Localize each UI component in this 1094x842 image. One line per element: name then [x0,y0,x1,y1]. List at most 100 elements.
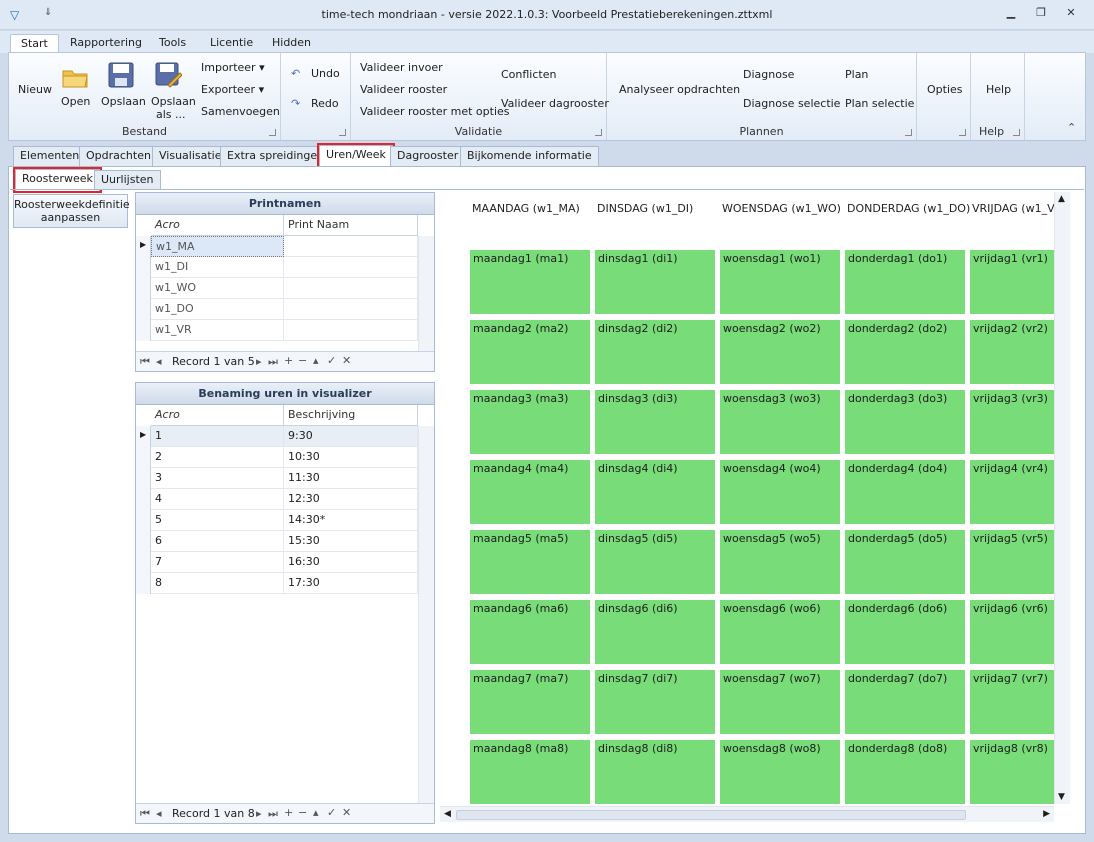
cell-acro[interactable]: w1_MA [151,236,284,257]
row-indicator[interactable] [136,320,151,341]
opslaan-als-line1[interactable]: Opslaan [151,95,196,108]
dialog-launcher-icon[interactable] [269,129,276,136]
table-row[interactable]: 5 14:30* [136,510,418,531]
row-indicator[interactable] [136,299,151,320]
first-record-icon[interactable]: ⏮ [140,807,150,821]
ribbon-tab-start[interactable]: Start [10,34,59,54]
time-slot[interactable]: donderdag6 (do6) [845,600,965,664]
roosterweekdefinitie-aanpassen-button[interactable]: Roosterweekdefinitie aanpassen [13,194,130,228]
dialog-launcher-icon[interactable] [1013,129,1020,136]
cancel-icon[interactable]: ✕ [342,354,351,367]
table-row[interactable]: 4 12:30 [136,489,418,510]
scroll-up-icon[interactable]: ▲ [1058,194,1065,204]
tab-bijkomende-informatie[interactable]: Bijkomende informatie [460,146,599,166]
time-slot[interactable]: dinsdag8 (di8) [595,740,715,804]
dialog-launcher-icon[interactable] [959,129,966,136]
time-slot[interactable]: maandag8 (ma8) [470,740,590,804]
tab-elementen[interactable]: Elementen [13,146,87,166]
restore-icon[interactable]: ❐ [1030,6,1052,24]
table-row[interactable]: 8 17:30 [136,573,418,594]
row-indicator[interactable] [136,447,151,468]
prev-record-icon[interactable]: ◂ [156,807,162,820]
vertical-scrollbar[interactable] [418,426,434,804]
cell-print-naam[interactable] [284,320,418,341]
time-slot[interactable]: donderdag3 (do3) [845,390,965,454]
help-button[interactable]: Help [986,83,1011,96]
time-slot[interactable]: donderdag7 (do7) [845,670,965,734]
delete-record-icon[interactable]: − [298,806,307,819]
scroll-left-icon[interactable]: ◀ [444,809,451,819]
plan-selectie-button[interactable]: Plan selectie [845,97,914,110]
visualizer-vertical-scrollbar[interactable]: ▲ ▼ [1054,192,1070,804]
confirm-icon[interactable]: ✓ [327,806,336,819]
time-slot[interactable]: woensdag1 (wo1) [720,250,840,314]
time-slot[interactable]: donderdag8 (do8) [845,740,965,804]
row-indicator[interactable] [136,468,151,489]
time-slot[interactable]: maandag3 (ma3) [470,390,590,454]
cell-beschrijving[interactable]: 15:30 [284,531,418,552]
confirm-icon[interactable]: ✓ [327,354,336,367]
time-slot[interactable]: maandag1 (ma1) [470,250,590,314]
cell-acro[interactable]: 5 [151,510,284,531]
scroll-down-icon[interactable]: ▼ [1058,792,1065,802]
table-row[interactable]: w1_DI [136,257,418,278]
scroll-thumb[interactable] [456,810,966,820]
row-indicator[interactable] [136,510,151,531]
valideer-rooster-button[interactable]: Valideer rooster [360,83,447,96]
row-indicator[interactable] [136,278,151,299]
row-indicator[interactable] [136,573,151,594]
undo-button[interactable]: Undo [311,67,340,80]
time-slot[interactable]: donderdag4 (do4) [845,460,965,524]
first-record-icon[interactable]: ⏮ [140,355,150,369]
opslaan-als-line2[interactable]: als ... [156,108,186,121]
save-as-icon[interactable] [154,61,182,89]
valideer-dagrooster-button[interactable]: Valideer dagrooster [501,97,609,110]
valideer-invoer-button[interactable]: Valideer invoer [360,61,443,74]
dialog-launcher-icon[interactable] [339,129,346,136]
table-row[interactable]: 2 10:30 [136,447,418,468]
nieuw-button[interactable]: Nieuw [18,83,52,96]
row-indicator[interactable]: ▶ [136,426,151,447]
cell-beschrijving[interactable]: 16:30 [284,552,418,573]
next-record-icon[interactable]: ▸ [256,355,262,368]
minimize-icon[interactable]: ▁ [1000,6,1022,24]
time-slot[interactable]: maandag4 (ma4) [470,460,590,524]
visualizer-horizontal-scrollbar[interactable]: ◀ ▶ [440,806,1054,822]
prev-record-icon[interactable]: ◂ [156,355,162,368]
opties-button[interactable]: Opties [927,83,963,96]
conflicten-button[interactable]: Conflicten [501,68,556,81]
add-record-icon[interactable]: + [284,806,293,819]
table-row[interactable]: ▶ 1 9:30 [136,426,418,447]
ribbon-tab-hidden[interactable]: Hidden [262,34,321,54]
collapse-ribbon-icon[interactable]: ⌃ [1067,121,1076,134]
cell-acro[interactable]: w1_WO [151,278,284,299]
time-slot[interactable]: dinsdag1 (di1) [595,250,715,314]
ribbon-tab-tools[interactable]: Tools [149,34,196,54]
cell-beschrijving[interactable]: 14:30* [284,510,418,531]
valideer-rooster-opties-button[interactable]: Valideer rooster met opties [360,105,510,118]
table-row[interactable]: 3 11:30 [136,468,418,489]
row-indicator[interactable] [136,257,151,278]
table-row[interactable]: 6 15:30 [136,531,418,552]
time-slot[interactable]: woensdag6 (wo6) [720,600,840,664]
time-slot[interactable]: donderdag1 (do1) [845,250,965,314]
tab-extra-spreidingen[interactable]: Extra spreidingen [220,146,332,166]
table-row[interactable]: ▶ w1_MA [136,236,418,257]
tab-visualisatie[interactable]: Visualisatie [152,146,229,166]
cell-acro[interactable]: 1 [151,426,284,447]
analyseer-opdrachten-button[interactable]: Analyseer opdrachten [619,83,740,96]
row-indicator[interactable]: ▶ [136,236,151,257]
cell-acro[interactable]: 6 [151,531,284,552]
ribbon-tab-licentie[interactable]: Licentie [200,34,263,54]
time-slot[interactable]: woensdag7 (wo7) [720,670,840,734]
row-indicator[interactable] [136,489,151,510]
next-record-icon[interactable]: ▸ [256,807,262,820]
redo-icon[interactable]: ↷ [291,97,300,110]
cell-acro[interactable]: 7 [151,552,284,573]
cell-beschrijving[interactable]: 9:30 [284,426,418,447]
subtab-uurlijsten[interactable]: Uurlijsten [94,170,161,190]
column-header-print-naam[interactable]: Print Naam [284,215,418,236]
delete-record-icon[interactable]: − [298,354,307,367]
cell-beschrijving[interactable]: 17:30 [284,573,418,594]
table-row[interactable]: 7 16:30 [136,552,418,573]
